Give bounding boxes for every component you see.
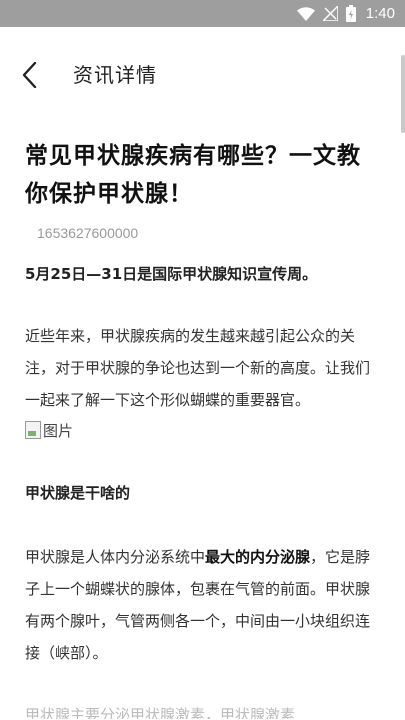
signal-icon — [322, 6, 338, 21]
app-bar: 资讯详情 — [0, 27, 405, 125]
article-content: 常见甲状腺疾病有哪些？一文教你保护甲状腺！ 1653627600000 5月25… — [25, 134, 380, 719]
status-time: 1:40 — [365, 5, 395, 22]
image-alt-text: 图片 — [43, 421, 74, 440]
wifi-icon — [296, 6, 315, 21]
battery-icon — [345, 5, 356, 22]
section-heading: 甲状腺是干啥的 — [25, 484, 131, 502]
broken-image-icon — [25, 421, 41, 439]
article-image[interactable]: 图片 — [25, 417, 380, 443]
page-title: 资讯详情 — [73, 63, 157, 87]
body-text-pre: 甲状腺是人体内分泌系统中 — [25, 548, 206, 566]
article-timestamp: 1653627600000 — [37, 225, 139, 241]
status-icons: 1:40 — [296, 3, 395, 24]
body-text-emphasis: 最大的内分泌腺 — [205, 548, 311, 566]
lead-paragraph: 5月25日—31日是国际甲状腺知识宣传周。 — [25, 265, 318, 283]
body-paragraph: 甲状腺是人体内分泌系统中最大的内分泌腺，它是脖子上一个蝴蝶状的腺体，包裹在气管的… — [25, 541, 380, 669]
status-bar: 1:40 — [0, 0, 405, 27]
article-title: 常见甲状腺疾病有哪些？一文教你保护甲状腺！ — [25, 143, 361, 207]
intro-paragraph: 近些年来，甲状腺疾病的发生越来越引起公众的关注，对于甲状腺的争论也达到一个新的高… — [25, 327, 371, 409]
cutoff-paragraph: 甲状腺主要分泌甲状腺激素，甲状腺激素 — [25, 706, 296, 719]
chevron-left-icon — [22, 62, 37, 88]
scrollbar-thumb[interactable] — [401, 55, 405, 133]
back-button[interactable] — [12, 57, 48, 93]
